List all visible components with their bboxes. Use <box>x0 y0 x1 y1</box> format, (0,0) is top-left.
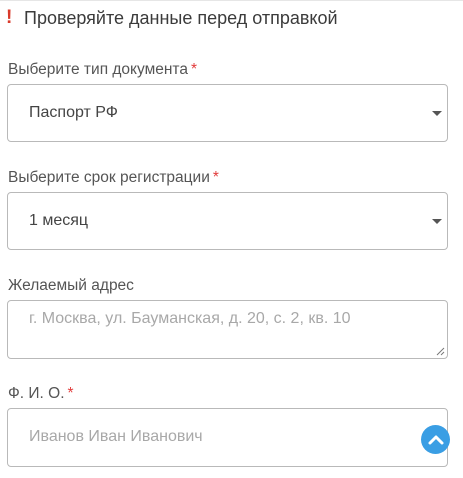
address-label-text: Желаемый адрес <box>8 277 134 294</box>
address-label: Желаемый адрес <box>8 276 134 296</box>
exclamation-icon: ! <box>6 7 13 28</box>
chevron-up-icon <box>428 435 443 444</box>
chevron-down-icon <box>432 219 442 224</box>
resize-handle-icon[interactable] <box>435 346 445 356</box>
notice-text: Проверяйте данные перед отправкой <box>24 8 338 28</box>
required-mark: * <box>190 61 198 78</box>
registration-period-label-text: Выберите срок регистрации <box>8 169 210 186</box>
scroll-to-top-button[interactable] <box>421 425 450 454</box>
notice-banner: ! Проверяйте данные перед отправкой <box>6 6 338 30</box>
full-name-label-text: Ф. И. О. <box>8 385 65 402</box>
document-type-select[interactable]: Паспорт РФ <box>7 84 448 142</box>
registration-period-label: Выберите срок регистрации * <box>8 168 219 188</box>
registration-form: ! Проверяйте данные перед отправкой Выбе… <box>0 0 463 478</box>
address-textarea[interactable]: г. Москва, ул. Бауманская, д. 20, с. 2, … <box>7 300 448 359</box>
registration-period-value: 1 месяц <box>29 212 89 229</box>
full-name-label: Ф. И. О. * <box>8 384 74 404</box>
document-type-label: Выберите тип документа * <box>8 60 197 80</box>
document-type-value: Паспорт РФ <box>29 104 118 121</box>
chevron-down-icon <box>432 111 442 116</box>
full-name-input[interactable]: Иванов Иван Иванович <box>7 408 448 467</box>
document-type-label-text: Выберите тип документа <box>8 61 188 78</box>
registration-period-select[interactable]: 1 месяц <box>7 192 448 250</box>
required-mark: * <box>67 385 74 402</box>
address-placeholder: г. Москва, ул. Бауманская, д. 20, с. 2, … <box>29 310 351 327</box>
required-mark: * <box>212 169 219 186</box>
full-name-placeholder: Иванов Иван Иванович <box>29 428 203 445</box>
top-divider <box>0 0 463 1</box>
